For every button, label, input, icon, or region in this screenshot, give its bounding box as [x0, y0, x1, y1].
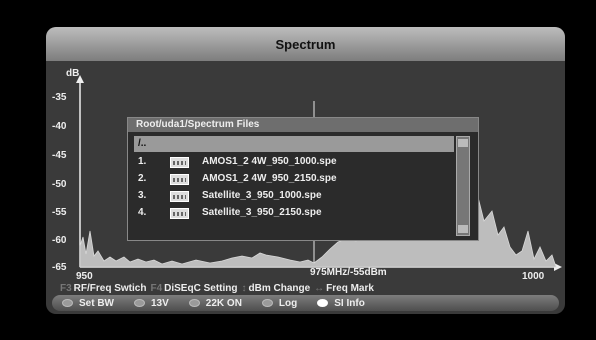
file-name: Satellite_3_950_1000.spe [202, 190, 322, 201]
red-key-icon [62, 299, 73, 307]
scroll-up-icon[interactable] [458, 139, 468, 147]
window-title: Spectrum [275, 36, 336, 52]
set-bw-button[interactable]: Set BW [62, 298, 114, 309]
set-bw-label: Set BW [79, 297, 114, 309]
file-list-item[interactable]: 2. AMOS1_2 4W_950_2150.spe [134, 171, 454, 187]
parent-folder-entry[interactable]: /.. [134, 136, 454, 152]
window-title-bar: Spectrum [46, 27, 565, 61]
spectrum-file-icon [170, 208, 189, 219]
file-name: AMOS1_2 4W_950_1000.spe [202, 156, 337, 167]
22k-button[interactable]: 22K ON [188, 297, 242, 309]
spectrum-file-icon [170, 174, 189, 185]
green-key-icon [134, 299, 145, 307]
22k-label: 22K ON [205, 297, 242, 309]
blue-key-icon [261, 299, 273, 307]
y-tick-label: -65 [52, 262, 67, 273]
file-name: AMOS1_2 4W_950_2150.spe [202, 173, 337, 184]
updown-arrow-icon: ↕ [241, 282, 247, 294]
y-tick-label: -55 [52, 207, 67, 218]
spectrum-file-icon [170, 157, 189, 168]
help-bar: F3 RF/Freq Swtich F4 DiSEqC Setting ↕ dB… [46, 281, 565, 295]
tv-screen: Spectrum dB -35 -40 -45 -50 -55 -60 -65 [0, 0, 596, 340]
file-number: 1. [138, 156, 147, 167]
file-number: 3. [138, 190, 147, 201]
yellow-key-icon [188, 299, 200, 307]
dbm-change-hint: dBm Change [248, 282, 311, 294]
y-tick-label: -60 [52, 235, 67, 246]
file-list-item[interactable]: 3. Satellite_3_950_1000.spe [134, 188, 454, 204]
y-tick-label: -45 [52, 150, 67, 161]
marker-readout: 975MHz/-55dBm [310, 267, 387, 278]
diseqc-setting-hint: DiSEqC Setting [164, 282, 238, 294]
color-button-bar: Set BW 13V 22K ON Log SI Info [52, 295, 559, 311]
f3-key-label: F3 [60, 282, 72, 294]
13v-label: 13V [151, 297, 169, 309]
file-browser-dialog: Root/uda1/Spectrum Files /.. 1. AMOS1_2 … [127, 117, 479, 241]
y-axis-unit: dB [66, 68, 80, 79]
si-info-label: SI Info [334, 297, 365, 309]
file-name: Satellite_3_950_2150.spe [202, 207, 322, 218]
y-tick-label: -40 [52, 121, 67, 132]
white-key-icon [317, 299, 329, 307]
spectrum-file-icon [170, 191, 189, 202]
file-list-item[interactable]: 4. Satellite_3_950_2150.spe [134, 205, 454, 221]
freq-mark-hint: Freq Mark [326, 282, 374, 294]
leftright-arrow-icon: ↔ [314, 282, 325, 294]
log-label: Log [278, 297, 298, 309]
dialog-title: Root/uda1/Spectrum Files [128, 118, 478, 132]
log-button[interactable]: Log [261, 297, 298, 309]
file-number: 2. [138, 173, 147, 184]
dialog-scrollbar[interactable] [456, 136, 470, 236]
file-number: 4. [138, 207, 147, 218]
y-tick-label: -35 [52, 92, 67, 103]
parent-folder-label: /.. [138, 138, 147, 149]
file-list-item[interactable]: 1. AMOS1_2 4W_950_1000.spe [134, 154, 454, 170]
rf-freq-switch-hint: RF/Freq Swtich [73, 282, 147, 294]
13v-button[interactable]: 13V [134, 298, 169, 309]
y-tick-label: -50 [52, 179, 67, 190]
scroll-down-icon[interactable] [458, 225, 468, 233]
si-info-button[interactable]: SI Info [317, 298, 365, 309]
f4-key-label: F4 [150, 282, 163, 294]
